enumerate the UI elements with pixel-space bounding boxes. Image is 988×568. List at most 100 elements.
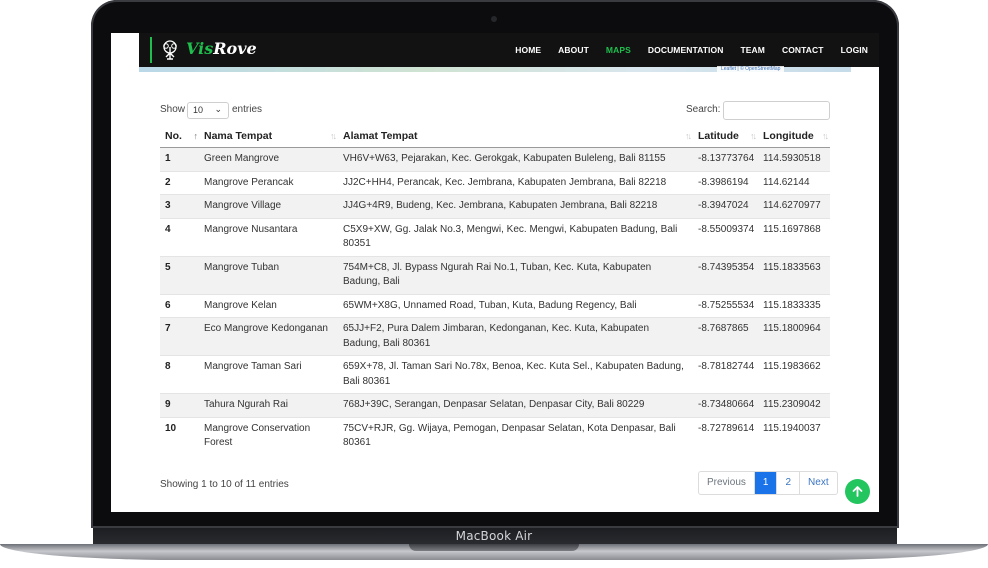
cell-latitude: -8.13773764 [693, 147, 758, 171]
cell-latitude: -8.7687865 [693, 317, 758, 356]
cell-no: 2 [160, 170, 199, 195]
table-row[interactable]: 7 Eco Mangrove Kedonganan 65JJ+F2, Pura … [160, 317, 830, 356]
map-attribution[interactable]: Leaflet | © OpenStreetMap [717, 66, 785, 72]
table-row[interactable]: 3 Mangrove Village JJ4G+4R9, Budeng, Kec… [160, 194, 830, 218]
logo-accent-bar [150, 37, 152, 63]
cell-no: 3 [160, 194, 199, 218]
places-table: No. ↑ Nama Tempat ↑↓ Alamat Tempat ↑↓ Latit… [160, 125, 830, 455]
logo-suffix: Rove [213, 39, 257, 58]
pagination-page-1[interactable]: 1 [753, 472, 777, 494]
cell-latitude: -8.74395354 [693, 255, 758, 294]
cell-name: Mangrove Taman Sari [199, 355, 338, 394]
cell-no: 7 [160, 317, 199, 356]
pagination-previous[interactable]: Previous [699, 472, 754, 494]
cell-name: Green Mangrove [199, 147, 338, 171]
entries-length-select[interactable]: 10 ⌄ [187, 102, 229, 119]
cell-longitude: 114.5930518 [758, 147, 830, 171]
cell-address: 65WM+X8G, Unnamed Road, Tuban, Kuta, Bad… [338, 293, 693, 318]
cell-longitude: 115.2309042 [758, 393, 830, 417]
cell-address: JJ2C+HH4, Perancak, Kec. Jembrana, Kabup… [338, 170, 693, 195]
cell-address: 65JJ+F2, Pura Dalem Jimbaran, Kedonganan… [338, 317, 693, 356]
camera [491, 16, 497, 22]
table-row[interactable]: 2 Mangrove Perancak JJ2C+HH4, Perancak, … [160, 170, 830, 195]
cell-name: Mangrove Conservation Forest [199, 416, 338, 455]
show-label: Show [160, 104, 186, 115]
logo-wordmark[interactable]: VisRove [186, 39, 257, 58]
table-row[interactable]: 6 Mangrove Kelan 65WM+X8G, Unnamed Road,… [160, 293, 830, 318]
cell-name: Tahura Ngurah Rai [199, 393, 338, 417]
column-header-latitude[interactable]: Latitude ↑↓ [693, 125, 758, 148]
pagination-page-2[interactable]: 2 [776, 472, 799, 494]
table-info: Showing 1 to 10 of 11 entries [160, 479, 289, 490]
cell-no: 9 [160, 393, 199, 417]
cell-longitude: 115.1697868 [758, 217, 830, 256]
cell-no: 6 [160, 293, 199, 318]
arrow-up-icon [852, 486, 863, 497]
nav-about[interactable]: ABOUT [558, 45, 589, 55]
table-row[interactable]: 10 Mangrove Conservation Forest 75CV+RJR… [160, 416, 830, 455]
column-header-address[interactable]: Alamat Tempat ↑↓ [338, 125, 693, 148]
sort-icon: ↑↓ [750, 131, 757, 141]
cell-latitude: -8.78182744 [693, 355, 758, 394]
search-label: Search: [686, 104, 721, 115]
cell-longitude: 115.1983662 [758, 355, 830, 394]
cell-name: Eco Mangrove Kedonganan [199, 317, 338, 356]
column-header-longitude[interactable]: Longitude ↑↓ [758, 125, 830, 148]
cell-longitude: 114.6270977 [758, 194, 830, 218]
column-header-label: Latitude [698, 130, 739, 142]
cell-name: Mangrove Tuban [199, 255, 338, 294]
nav-maps[interactable]: MAPS [606, 45, 631, 55]
cell-longitude: 115.1833335 [758, 293, 830, 318]
table-row[interactable]: 4 Mangrove Nusantara C5X9+XW, Gg. Jalak … [160, 217, 830, 256]
cell-address: VH6V+W63, Pejarakan, Kec. Gerokgak, Kabu… [338, 147, 693, 171]
cell-longitude: 115.1940037 [758, 416, 830, 455]
table-header-row: No. ↑ Nama Tempat ↑↓ Alamat Tempat ↑↓ Latit… [160, 125, 830, 148]
cell-address: 768J+39C, Serangan, Denpasar Selatan, De… [338, 393, 693, 417]
table-row[interactable]: 8 Mangrove Taman Sari 659X+78, Jl. Taman… [160, 355, 830, 394]
cell-address: 754M+C8, Jl. Bypass Ngurah Rai No.1, Tub… [338, 255, 693, 294]
navbar: VisRove HOME ABOUT MAPS DOCUMENTATION TE… [139, 33, 879, 67]
tree-icon [163, 40, 177, 60]
cell-name: Mangrove Village [199, 194, 338, 218]
entries-label: entries [232, 104, 263, 115]
entries-length-value: 10 [193, 105, 204, 115]
cell-no: 1 [160, 147, 199, 171]
table-row[interactable]: 5 Mangrove Tuban 754M+C8, Jl. Bypass Ngu… [160, 255, 830, 294]
nav-login[interactable]: LOGIN [841, 45, 868, 55]
cell-name: Mangrove Perancak [199, 170, 338, 195]
nav-team[interactable]: TEAM [740, 45, 764, 55]
cell-no: 5 [160, 255, 199, 294]
sort-icon: ↑ [193, 131, 198, 141]
cell-latitude: -8.3986194 [693, 170, 758, 195]
cell-address: JJ4G+4R9, Budeng, Kec. Jembrana, Kabupat… [338, 194, 693, 218]
table-row[interactable]: 9 Tahura Ngurah Rai 768J+39C, Serangan, … [160, 393, 830, 417]
cell-latitude: -8.55009374 [693, 217, 758, 256]
browser-screen: VisRove HOME ABOUT MAPS DOCUMENTATION TE… [111, 33, 879, 512]
search-input[interactable] [723, 101, 830, 120]
nav-home[interactable]: HOME [515, 45, 541, 55]
pagination-next[interactable]: Next [799, 472, 837, 494]
cell-no: 8 [160, 355, 199, 394]
table-row[interactable]: 1 Green Mangrove VH6V+W63, Pejarakan, Ke… [160, 147, 830, 171]
nav-documentation[interactable]: DOCUMENTATION [648, 45, 724, 55]
pagination: Previous 1 2 Next [698, 471, 838, 495]
device-label: MacBook Air [455, 529, 533, 543]
cell-address: C5X9+XW, Gg. Jalak No.3, Mengwi, Kec. Me… [338, 217, 693, 256]
sort-icon: ↑↓ [685, 131, 692, 141]
cell-longitude: 115.1800964 [758, 317, 830, 356]
cell-latitude: -8.3947024 [693, 194, 758, 218]
cell-name: Mangrove Nusantara [199, 217, 338, 256]
cell-latitude: -8.75255534 [693, 293, 758, 318]
column-header-label: No. [165, 130, 182, 142]
column-header-label: Alamat Tempat [343, 130, 418, 142]
nav-contact[interactable]: CONTACT [782, 45, 824, 55]
cell-latitude: -8.73480664 [693, 393, 758, 417]
cell-longitude: 115.1833563 [758, 255, 830, 294]
chevron-down-icon: ⌄ [214, 104, 222, 114]
laptop-notch [409, 544, 579, 551]
column-header-no[interactable]: No. ↑ [160, 125, 199, 148]
sort-icon: ↑↓ [330, 131, 337, 141]
column-header-name[interactable]: Nama Tempat ↑↓ [199, 125, 338, 148]
scroll-top-button[interactable] [845, 479, 870, 504]
nav-menu: HOME ABOUT MAPS DOCUMENTATION TEAM CONTA… [515, 33, 868, 67]
